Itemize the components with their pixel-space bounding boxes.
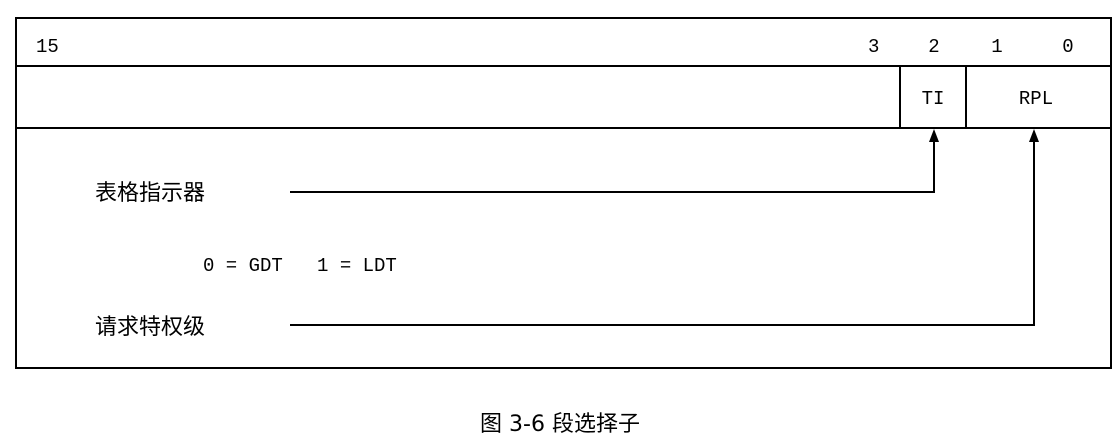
- rpl-pointer-line: [290, 140, 1035, 326]
- bit-label-1: 1: [991, 36, 1002, 58]
- bit-label-2: 2: [928, 36, 939, 58]
- bit-label-0: 0: [1062, 36, 1073, 58]
- rpl-label: 请求特权级: [95, 315, 205, 340]
- selector-register: [15, 65, 1112, 129]
- ti-pointer-line: [290, 140, 935, 193]
- table-indicator-label: 表格指示器: [95, 181, 205, 206]
- ti-values-text: 0 = GDT 1 = LDT: [203, 255, 397, 277]
- figure-caption: 图 3-6 段选择子: [480, 412, 640, 437]
- ti-arrowhead: [929, 129, 939, 142]
- segment-selector-diagram: 15 3 2 1 0 TI RPL 表格指示器 0 = GDT 1 = LDT …: [15, 17, 1112, 369]
- rpl-field-label: RPL: [1019, 88, 1053, 110]
- bit-label-3: 3: [868, 36, 879, 58]
- ti-field-label: TI: [922, 88, 945, 110]
- bit-label-15: 15: [36, 36, 59, 58]
- rpl-arrowhead: [1029, 129, 1039, 142]
